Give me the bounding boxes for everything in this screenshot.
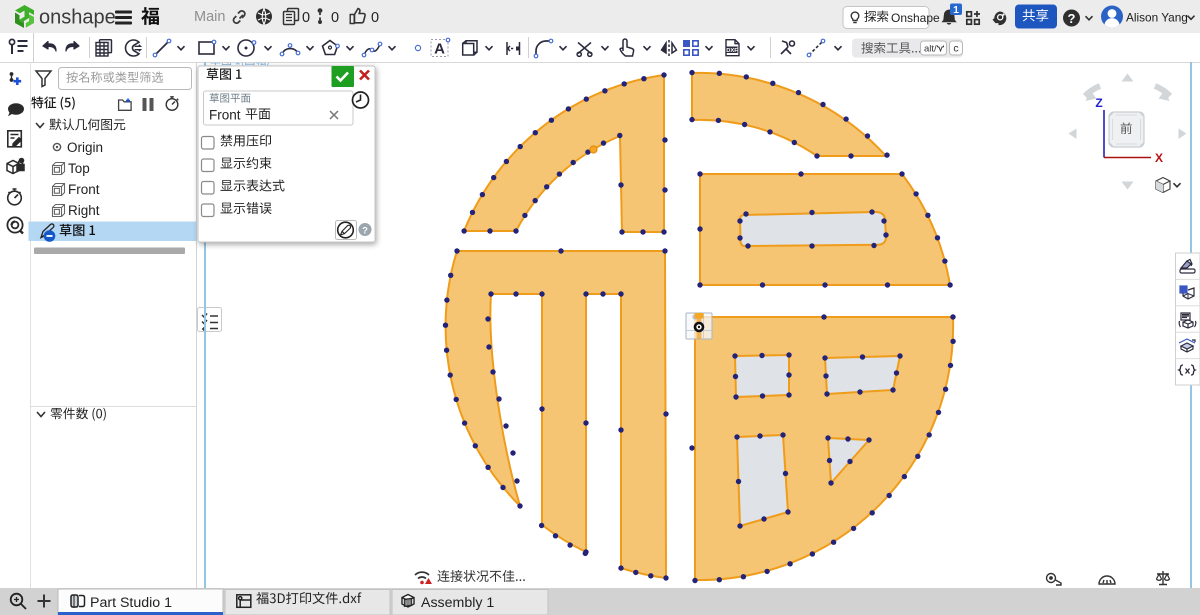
svg-text:c: c <box>953 43 958 55</box>
svg-text:Part Studio 1: Part Studio 1 <box>90 595 172 611</box>
svg-text:Onshape: Onshape <box>891 11 940 25</box>
svg-text:Top: Top <box>68 161 90 176</box>
svg-text:1: 1 <box>953 4 959 16</box>
svg-text:0: 0 <box>331 10 339 26</box>
svg-text:onshape: onshape <box>39 7 116 29</box>
svg-text:!: ! <box>431 580 433 586</box>
svg-text:DXF: DXF <box>726 48 738 54</box>
svg-text:Right: Right <box>68 203 100 218</box>
svg-text:X: X <box>1155 151 1163 165</box>
svg-text:Origin: Origin <box>67 140 103 155</box>
svg-text:Front: Front <box>209 108 241 123</box>
svg-text:Assembly 1: Assembly 1 <box>421 595 494 611</box>
svg-text:0: 0 <box>302 10 310 26</box>
svg-text:?: ? <box>362 226 368 237</box>
svg-text:Main: Main <box>194 9 225 25</box>
svg-text:0: 0 <box>371 10 379 26</box>
svg-text:A: A <box>434 41 445 58</box>
svg-text:Z: Z <box>1095 96 1102 110</box>
svg-text:Alison Yang: Alison Yang <box>1126 10 1188 24</box>
svg-text:?: ? <box>1068 11 1076 26</box>
svg-text:alt/: alt/ <box>924 44 937 55</box>
svg-text:Front: Front <box>68 182 100 197</box>
